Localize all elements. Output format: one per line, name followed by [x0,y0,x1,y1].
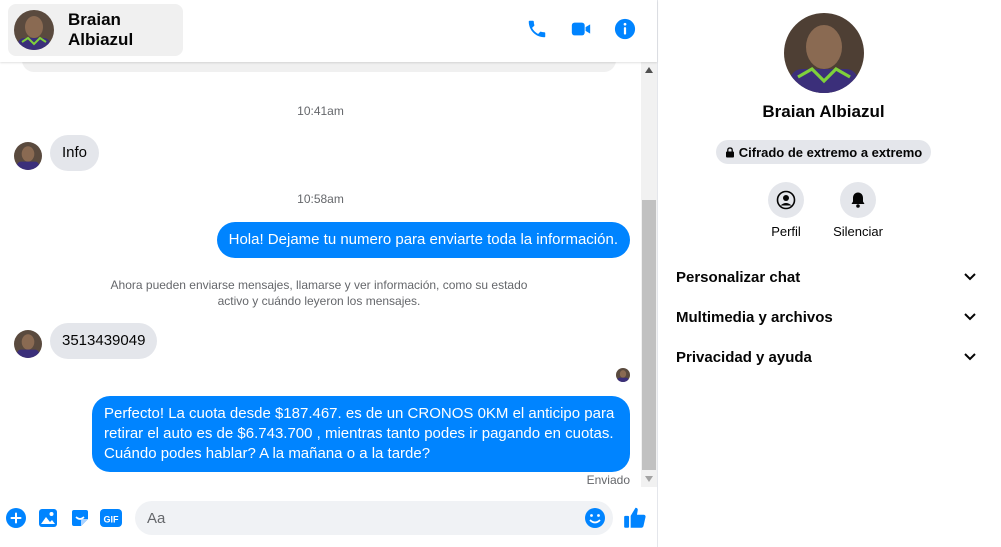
section-privacy-help[interactable]: Privacidad y ayuda [676,342,976,372]
info-button[interactable] [610,14,640,44]
timestamp: 10:58am [297,192,344,206]
more-actions-button[interactable] [5,507,27,529]
incoming-message[interactable]: Info [50,135,100,171]
message-status: Enviado [586,473,630,487]
attach-image-button[interactable] [37,507,59,529]
plus-icon [6,508,26,528]
emoji-icon [585,508,605,528]
sticker-button[interactable] [69,507,91,529]
outgoing-message[interactable]: Perfecto! La cuota desde $187.467. es de… [92,396,630,472]
incoming-message[interactable]: 3513439049 [50,323,158,359]
chat-header: Braian Albiazul [0,0,657,62]
profile-action-button[interactable] [768,182,804,218]
encryption-badge-label: Cifrado de extremo a extremo [738,144,923,160]
read-receipt-avatar [616,368,630,382]
section-label: Personalizar chat [676,268,801,286]
chevron-down-icon [964,353,976,361]
lock-icon [725,146,734,157]
send-like-button[interactable] [622,505,648,531]
gif-button[interactable]: GIF [100,507,122,529]
chevron-down-icon [964,273,976,281]
previous-message-bubble [22,62,616,72]
section-customize-chat[interactable]: Personalizar chat [676,262,976,292]
phone-icon [528,20,546,38]
scrollbar-thumb[interactable] [642,200,656,470]
bell-icon [851,192,865,208]
contact-avatar [14,142,42,170]
contact-name: Braian Albiazul [68,10,134,49]
section-media-files[interactable]: Multimedia y archivos [676,302,976,332]
call-button[interactable] [522,14,552,44]
contact-avatar [14,330,42,358]
contact-header-button[interactable]: Braian Albiazul [8,4,183,56]
scroll-down-arrow[interactable] [641,471,657,487]
contact-profile-name: Braian Albiazul [762,102,885,121]
section-label: Multimedia y archivos [676,308,833,326]
thumbs-up-icon [624,507,646,528]
timestamp: 10:41am [297,104,344,118]
system-notice: Ahora pueden enviarse mensajes, llamarse… [110,278,528,308]
conversation-info-panel: Braian Albiazul Cifrado de extremo a ext… [657,0,1001,547]
mute-action-label: Silenciar [833,224,883,239]
encryption-badge[interactable]: Cifrado de extremo a extremo [716,140,931,164]
info-icon [614,18,636,40]
profile-icon [776,190,796,210]
message-scrollbar[interactable] [641,62,657,487]
image-icon [39,509,57,527]
chat-panel: Braian Albiazul 10:41am Info 10:58am Hol… [0,0,657,547]
mute-action[interactable]: Silenciar [823,182,893,239]
sticker-icon [72,510,88,526]
gif-icon: GIF [100,509,122,527]
video-camera-icon [571,22,591,36]
message-list[interactable]: 10:41am Info 10:58am Hola! Dejame tu num… [0,62,641,487]
outgoing-message[interactable]: Hola! Dejame tu numero para enviarte tod… [216,222,630,258]
message-composer: GIF [0,489,657,547]
contact-profile-avatar[interactable] [784,13,864,93]
scroll-up-arrow[interactable] [641,62,657,78]
video-call-button[interactable] [566,14,596,44]
chevron-down-icon [964,313,976,321]
section-label: Privacidad y ayuda [676,348,812,366]
emoji-button[interactable] [584,507,606,529]
profile-action[interactable]: Perfil [751,182,821,239]
profile-action-label: Perfil [771,224,801,239]
mute-action-button[interactable] [840,182,876,218]
svg-text:GIF: GIF [104,515,120,525]
message-input[interactable] [135,501,613,535]
contact-avatar [14,10,54,50]
